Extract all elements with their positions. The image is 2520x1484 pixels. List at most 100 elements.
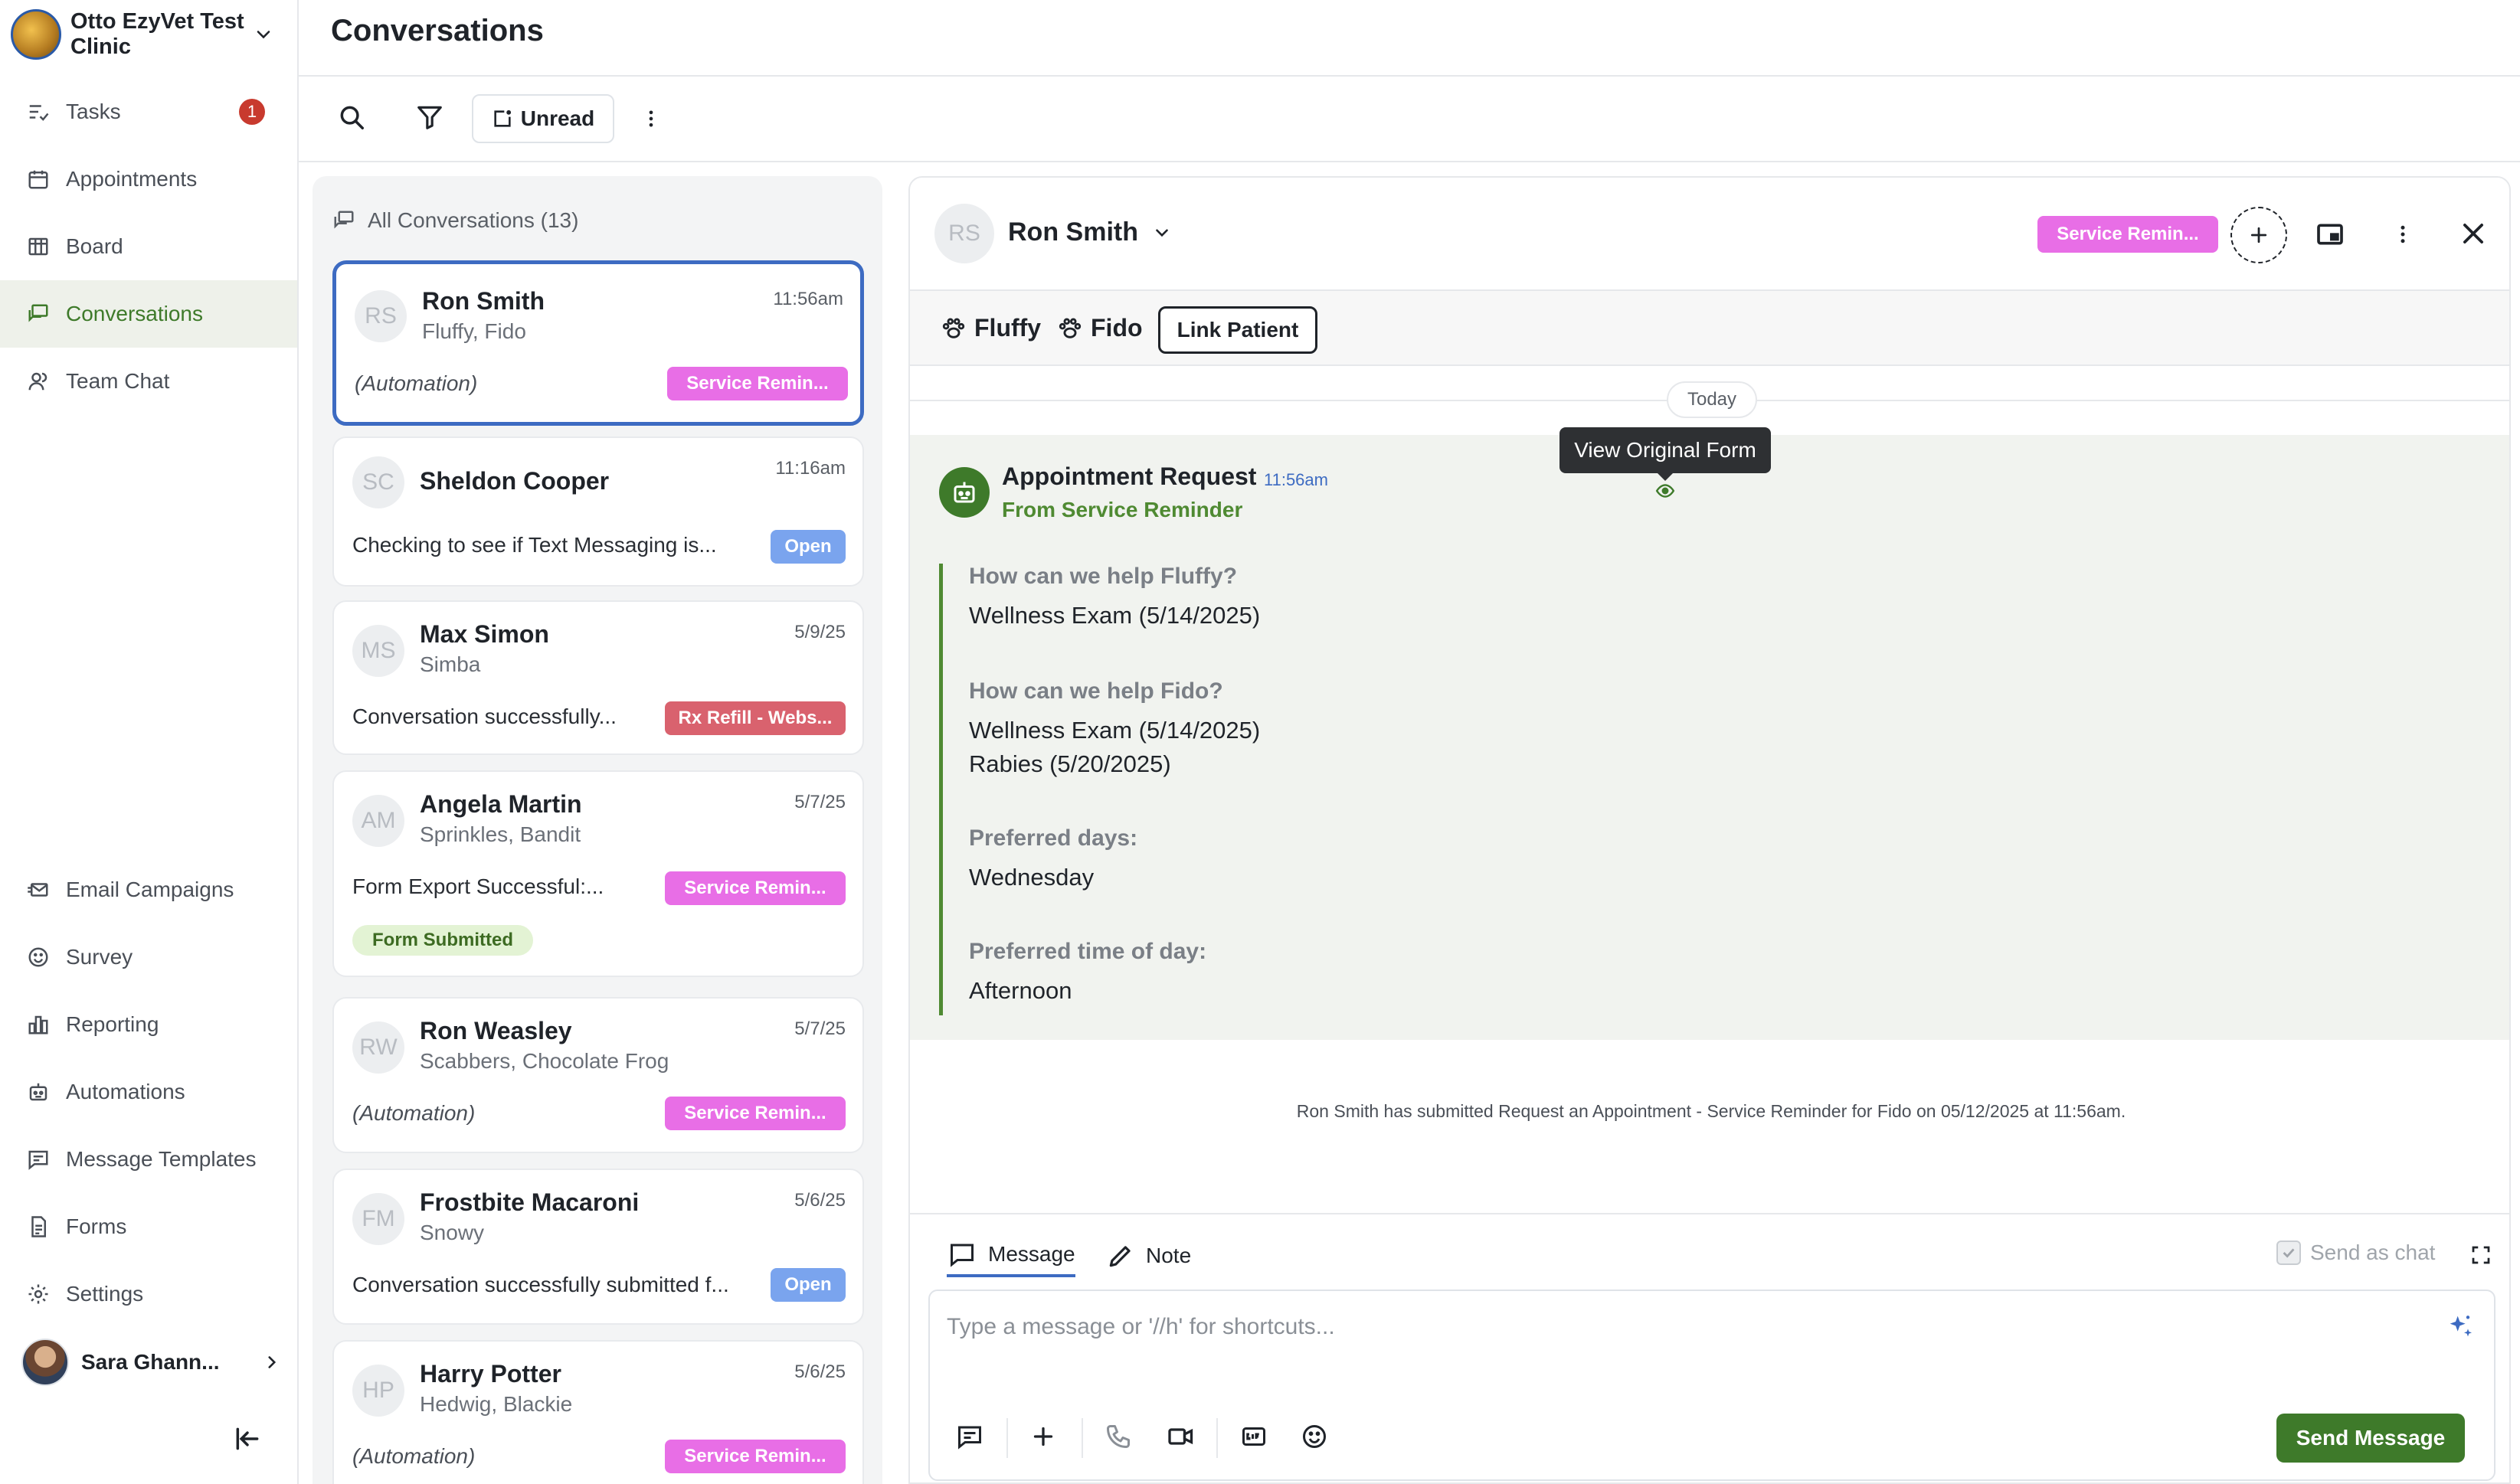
more-options-button[interactable]: [640, 106, 662, 132]
conversation-card[interactable]: HP Harry Potter Hedwig, Blackie 5/6/25 (…: [332, 1340, 864, 1484]
emoji-button[interactable]: [1301, 1423, 1328, 1450]
conversation-pane: RS Ron Smith Service Remin... Fluffy Fid…: [908, 176, 2511, 1484]
nav-item-email-campaigns[interactable]: Email Campaigns: [0, 856, 297, 923]
message-preview: Conversation successfully...: [352, 704, 617, 728]
send-as-chat-toggle[interactable]: Send as chat: [2276, 1240, 2435, 1265]
filter-button[interactable]: [415, 103, 444, 132]
plus-icon: [2250, 227, 2267, 244]
nav-item-settings[interactable]: Settings: [0, 1260, 297, 1328]
patient-chip[interactable]: Fido: [1057, 314, 1143, 342]
plus-icon: [1033, 1427, 1053, 1446]
message-input[interactable]: Type a message or '//h' for shortcuts...: [928, 1290, 2495, 1481]
message-source: From Service Reminder: [1002, 498, 1243, 521]
nav-item-appointments[interactable]: Appointments: [0, 145, 297, 213]
gif-button[interactable]: [1239, 1423, 1268, 1450]
link-patient-button[interactable]: Link Patient: [1158, 306, 1317, 354]
form-icon: [25, 1213, 52, 1240]
call-button[interactable]: [1105, 1423, 1132, 1450]
nav-item-automations[interactable]: Automations: [0, 1058, 297, 1126]
message-icon: [951, 1244, 974, 1267]
tab-message[interactable]: Message: [947, 1234, 1075, 1277]
timestamp: 5/6/25: [794, 1190, 846, 1211]
check-icon: [2283, 1248, 2295, 1258]
expand-button[interactable]: [2469, 1244, 2492, 1267]
chevron-down-icon: [1156, 228, 1168, 237]
popout-icon: [2317, 224, 2343, 245]
contact-name: Max Simon: [420, 620, 549, 648]
paw-icon: [942, 318, 965, 338]
eye-icon: [1655, 484, 1675, 498]
message-preview: Form Export Successful:...: [352, 874, 604, 898]
smiley-icon: [25, 943, 52, 971]
team-icon: [25, 368, 52, 395]
user-name: Sara Ghann...: [81, 1350, 220, 1374]
conversation-card[interactable]: AM Angela Martin Sprinkles, Bandit 5/7/2…: [332, 770, 864, 977]
form-answers: How can we help Fluffy? Wellness Exam (5…: [939, 564, 1628, 1015]
tab-note[interactable]: Note: [1106, 1234, 1191, 1277]
page-title: Conversations: [331, 14, 544, 47]
contact-name-text: Ron Smith: [1008, 217, 1138, 247]
nav-label: Settings: [66, 1282, 144, 1306]
nav-label: Email Campaigns: [66, 878, 234, 901]
ai-assist-button[interactable]: [2445, 1311, 2476, 1342]
message-time: 11:56am: [1264, 470, 1328, 489]
nav-item-message-templates[interactable]: Message Templates: [0, 1126, 297, 1193]
avatar: SC: [352, 456, 404, 508]
message-bubble: Appointment Request 11:56am From Service…: [910, 427, 2509, 1040]
unread-filter-button[interactable]: Unread: [472, 94, 614, 143]
nav-item-forms[interactable]: Forms: [0, 1193, 297, 1260]
nav-item-board[interactable]: Board: [0, 213, 297, 280]
conversations-icon: [334, 211, 354, 229]
clinic-switcher[interactable]: Otto EzyVet Test Clinic: [11, 6, 286, 63]
contact-name: Harry Potter: [420, 1360, 561, 1388]
video-button[interactable]: [1166, 1423, 1196, 1450]
nav-item-tasks[interactable]: Tasks 1: [0, 78, 297, 145]
status-badge: Service Remin...: [665, 1097, 846, 1130]
nav-item-conversations[interactable]: Conversations: [0, 280, 297, 348]
pet-names: Snowy: [420, 1221, 485, 1244]
email-icon: [25, 876, 52, 904]
avatar: RS: [355, 290, 407, 342]
nav-item-survey[interactable]: Survey: [0, 923, 297, 991]
close-button[interactable]: [2459, 219, 2488, 248]
user-menu[interactable]: Sara Ghann...: [21, 1337, 282, 1388]
attach-button[interactable]: [1029, 1423, 1057, 1450]
search-button[interactable]: [337, 103, 366, 132]
conversation-card[interactable]: RS Ron Smith Fluffy, Fido 11:56am (Autom…: [332, 260, 864, 426]
popout-button[interactable]: [2315, 219, 2345, 250]
pet-names: Hedwig, Blackie: [420, 1392, 573, 1416]
conversation-card[interactable]: MS Max Simon Simba 5/9/25 Conversation s…: [332, 600, 864, 755]
collapse-sidebar-icon[interactable]: [233, 1424, 262, 1453]
contact-name[interactable]: Ron Smith: [1008, 217, 1172, 247]
pane-more-button[interactable]: [2391, 221, 2414, 248]
nav-label: Tasks: [66, 100, 121, 123]
conversation-card[interactable]: SC Sheldon Cooper 11:16am Checking to se…: [332, 436, 864, 587]
status-badge: Rx Refill - Webs...: [665, 701, 846, 735]
status-badge[interactable]: Service Remin...: [2037, 216, 2218, 253]
checkbox[interactable]: [2276, 1240, 2301, 1265]
avatar: FM: [352, 1193, 404, 1245]
nav-item-reporting[interactable]: Reporting: [0, 991, 297, 1058]
send-message-button[interactable]: Send Message: [2276, 1414, 2465, 1463]
templates-button[interactable]: [956, 1423, 983, 1450]
status-badge: Service Remin...: [665, 871, 846, 905]
pet-names: Sprinkles, Bandit: [420, 822, 581, 846]
add-button[interactable]: [2230, 207, 2287, 263]
phone-icon: [1107, 1425, 1130, 1448]
timestamp: 5/7/25: [794, 792, 846, 812]
conversation-card[interactable]: FM Frostbite Macaroni Snowy 5/6/25 Conve…: [332, 1169, 864, 1325]
date-divider: Today: [1667, 381, 1757, 418]
chevron-right-icon: [268, 1356, 277, 1368]
form-submitted-badge: Form Submitted: [352, 925, 533, 956]
status-badge: Open: [771, 530, 846, 564]
message-preview: Checking to see if Text Messaging is...: [352, 533, 717, 557]
search-icon: [340, 106, 364, 129]
board-icon: [25, 233, 52, 260]
nav-label: Team Chat: [66, 369, 170, 393]
timestamp: 5/7/25: [794, 1018, 846, 1039]
view-form-button[interactable]: [1653, 481, 1677, 501]
conversation-card[interactable]: RW Ron Weasley Scabbers, Chocolate Frog …: [332, 997, 864, 1153]
patient-chip[interactable]: Fluffy: [941, 314, 1041, 342]
gif-icon: [1242, 1427, 1265, 1446]
nav-item-team-chat[interactable]: Team Chat: [0, 348, 297, 415]
